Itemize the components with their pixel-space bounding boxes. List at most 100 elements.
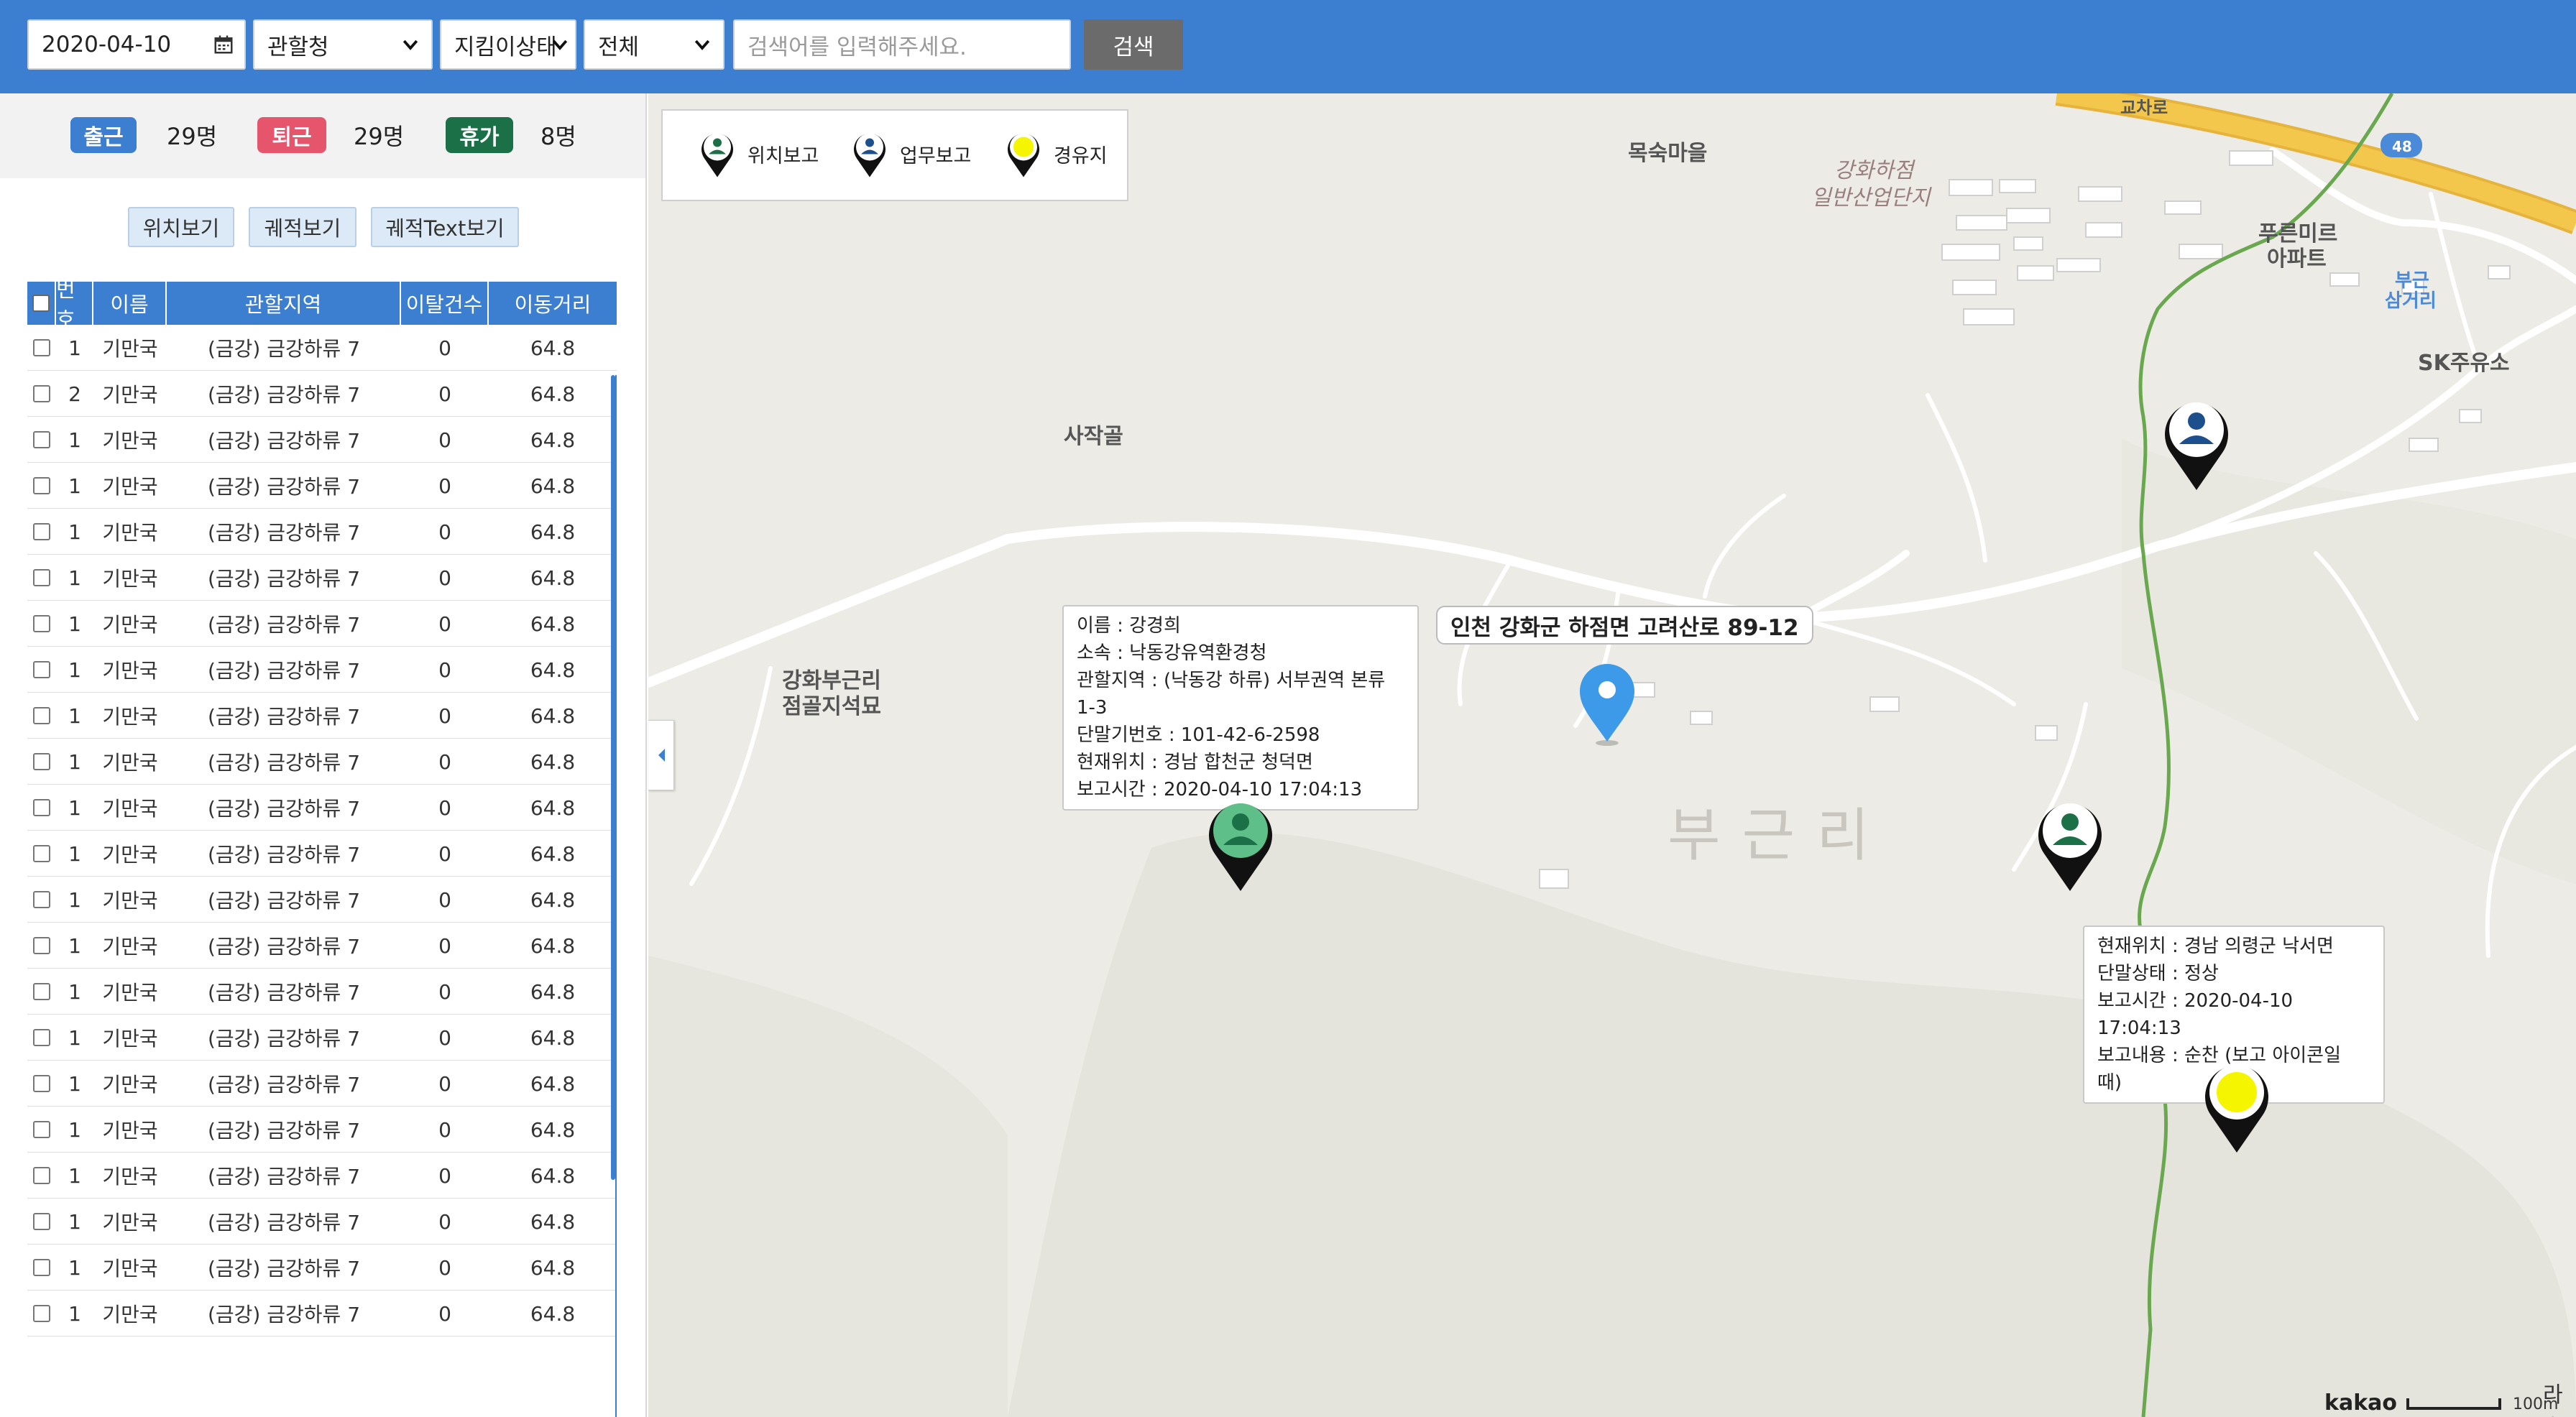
table-row[interactable]: 1 기만국 (금강) 금강하류 7 0 64.8 <box>27 1291 617 1337</box>
row-checkbox[interactable] <box>33 1167 50 1184</box>
header-name[interactable]: 이름 <box>93 282 167 325</box>
row-checkbox-cell <box>27 555 56 601</box>
status-select[interactable]: 지킴이상태 <box>440 19 576 70</box>
row-checkbox[interactable] <box>33 1075 50 1092</box>
info-area: 관할지역 : (낙동강 하류) 서부권역 본류 1-3 <box>1077 670 1386 719</box>
chevron-down-icon <box>552 40 568 50</box>
location-pin-icon[interactable] <box>1577 661 1637 747</box>
table-row[interactable]: 1 기만국 (금강) 금강하류 7 0 64.8 <box>27 647 617 693</box>
row-checkbox[interactable] <box>33 845 50 862</box>
cell-name: 기만국 <box>102 659 158 683</box>
table-scrollbar[interactable] <box>611 375 615 1180</box>
row-checkbox-cell <box>27 969 56 1015</box>
cell-distance: 64.8 <box>530 1071 576 1096</box>
table-row[interactable]: 1 기만국 (금강) 금강하류 7 0 64.8 <box>27 693 617 739</box>
place-apt-2: 아파트 <box>2267 246 2327 272</box>
row-checkbox[interactable] <box>33 983 50 1000</box>
table-row[interactable]: 1 기만국 (금강) 금강하류 7 0 64.8 <box>27 785 617 831</box>
table-row[interactable]: 1 기만국 (금강) 금강하류 7 0 64.8 <box>27 601 617 647</box>
table-row[interactable]: 1 기만국 (금강) 금강하류 7 0 64.8 <box>27 555 617 601</box>
blue-person-marker[interactable] <box>2159 395 2234 491</box>
header-departures[interactable]: 이탈건수 <box>401 282 489 325</box>
legend-work-report: 업무보고 <box>851 129 971 178</box>
table-row[interactable]: 1 기만국 (금강) 금강하류 7 0 64.8 <box>27 1015 617 1061</box>
header-no[interactable]: 번호 <box>56 277 93 332</box>
cell-no: 1 <box>68 520 81 544</box>
view-track-button[interactable]: 궤적보기 <box>249 207 356 247</box>
row-checkbox[interactable] <box>33 615 50 632</box>
cell-name: 기만국 <box>102 843 158 867</box>
table-row[interactable]: 1 기만국 (금강) 금강하류 7 0 64.8 <box>27 325 617 371</box>
table-row[interactable]: 1 기만국 (금강) 금강하류 7 0 64.8 <box>27 831 617 877</box>
cell-distance: 64.8 <box>530 520 576 544</box>
blue-person-icon <box>854 133 886 177</box>
row-checkbox-cell <box>27 693 56 739</box>
chevron-down-icon <box>402 40 418 50</box>
cell-no: 1 <box>68 703 81 728</box>
table-row[interactable]: 1 기만국 (금강) 금강하류 7 0 64.8 <box>27 1153 617 1199</box>
table-row[interactable]: 1 기만국 (금강) 금강하류 7 0 64.8 <box>27 1061 617 1107</box>
table-row[interactable]: 1 기만국 (금강) 금강하류 7 0 64.8 <box>27 877 617 923</box>
table-row[interactable]: 1 기만국 (금강) 금강하류 7 0 64.8 <box>27 509 617 555</box>
cell-area: (금강) 금강하류 7 <box>207 1119 361 1143</box>
row-checkbox[interactable] <box>33 431 50 448</box>
map-view[interactable]: 목숙마을 강화하점 일반산업단지 교차로 48 푸른미르 아파트 부근 삼거리 … <box>648 93 2576 1417</box>
view-track-text-button[interactable]: 궤적Text보기 <box>371 207 519 247</box>
cell-area: (금강) 금강하류 7 <box>207 1165 361 1188</box>
cell-departures: 0 <box>438 1301 451 1326</box>
row-checkbox[interactable] <box>33 707 50 724</box>
row-checkbox[interactable] <box>33 891 50 908</box>
row-checkbox[interactable] <box>33 661 50 678</box>
select-all-checkbox[interactable] <box>32 295 50 312</box>
green-person-marker[interactable] <box>2033 796 2107 892</box>
row-checkbox[interactable] <box>33 523 50 540</box>
cell-name: 기만국 <box>102 1165 158 1188</box>
panel-collapse-toggle[interactable] <box>648 720 674 790</box>
row-checkbox[interactable] <box>33 339 50 356</box>
search-input[interactable]: 검색어를 입력해주세요. <box>733 19 1071 70</box>
table-row[interactable]: 1 기만국 (금강) 금강하류 7 0 64.8 <box>27 463 617 509</box>
table-row[interactable]: 1 기만국 (금강) 금강하류 7 0 64.8 <box>27 417 617 463</box>
filter-select[interactable]: 전체 <box>584 19 724 70</box>
search-button[interactable]: 검색 <box>1084 19 1183 70</box>
cell-departures: 0 <box>438 382 451 406</box>
cell-departures: 0 <box>438 566 451 590</box>
cell-departures: 0 <box>438 795 451 820</box>
cell-departures: 0 <box>438 611 451 636</box>
row-checkbox[interactable] <box>33 799 50 816</box>
table-row[interactable]: 1 기만국 (금강) 금강하류 7 0 64.8 <box>27 739 617 785</box>
table-row[interactable]: 1 기만국 (금강) 금강하류 7 0 64.8 <box>27 1107 617 1153</box>
date-value: 2020-04-10 <box>42 32 172 57</box>
row-checkbox[interactable] <box>33 1121 50 1138</box>
agency-select[interactable]: 관할청 <box>253 19 433 70</box>
cell-departures: 0 <box>438 428 451 452</box>
place-gyocharo: 교차로 <box>2120 98 2168 118</box>
chevron-down-icon <box>694 40 710 50</box>
row-checkbox[interactable] <box>33 385 50 402</box>
row-checkbox[interactable] <box>33 937 50 954</box>
row-checkbox[interactable] <box>33 1029 50 1046</box>
table-row[interactable]: 2 기만국 (금강) 금강하류 7 0 64.8 <box>27 371 617 417</box>
cell-distance: 64.8 <box>530 336 576 360</box>
date-picker[interactable]: 2020-04-10 <box>27 19 246 70</box>
header-area[interactable]: 관할지역 <box>167 282 401 325</box>
yellow-waypoint-marker[interactable] <box>2199 1058 2274 1154</box>
row-checkbox[interactable] <box>33 753 50 770</box>
view-location-button[interactable]: 위치보기 <box>128 207 234 247</box>
row-checkbox[interactable] <box>33 569 50 586</box>
row-checkbox-cell <box>27 1199 56 1245</box>
cell-name: 기만국 <box>102 567 158 591</box>
row-checkbox[interactable] <box>33 1259 50 1276</box>
cell-departures: 0 <box>438 1117 451 1142</box>
header-distance[interactable]: 이동거리 <box>489 282 617 325</box>
table-row[interactable]: 1 기만국 (금강) 금강하류 7 0 64.8 <box>27 969 617 1015</box>
row-checkbox[interactable] <box>33 1213 50 1230</box>
table-row[interactable]: 1 기만국 (금강) 금강하류 7 0 64.8 <box>27 1245 617 1291</box>
green-person-marker[interactable] <box>1203 796 1278 892</box>
table-row[interactable]: 1 기만국 (금강) 금강하류 7 0 64.8 <box>27 1199 617 1245</box>
cell-distance: 64.8 <box>530 1117 576 1142</box>
cell-distance: 64.8 <box>530 474 576 498</box>
row-checkbox[interactable] <box>33 477 50 494</box>
table-row[interactable]: 1 기만국 (금강) 금강하류 7 0 64.8 <box>27 923 617 969</box>
row-checkbox[interactable] <box>33 1305 50 1322</box>
